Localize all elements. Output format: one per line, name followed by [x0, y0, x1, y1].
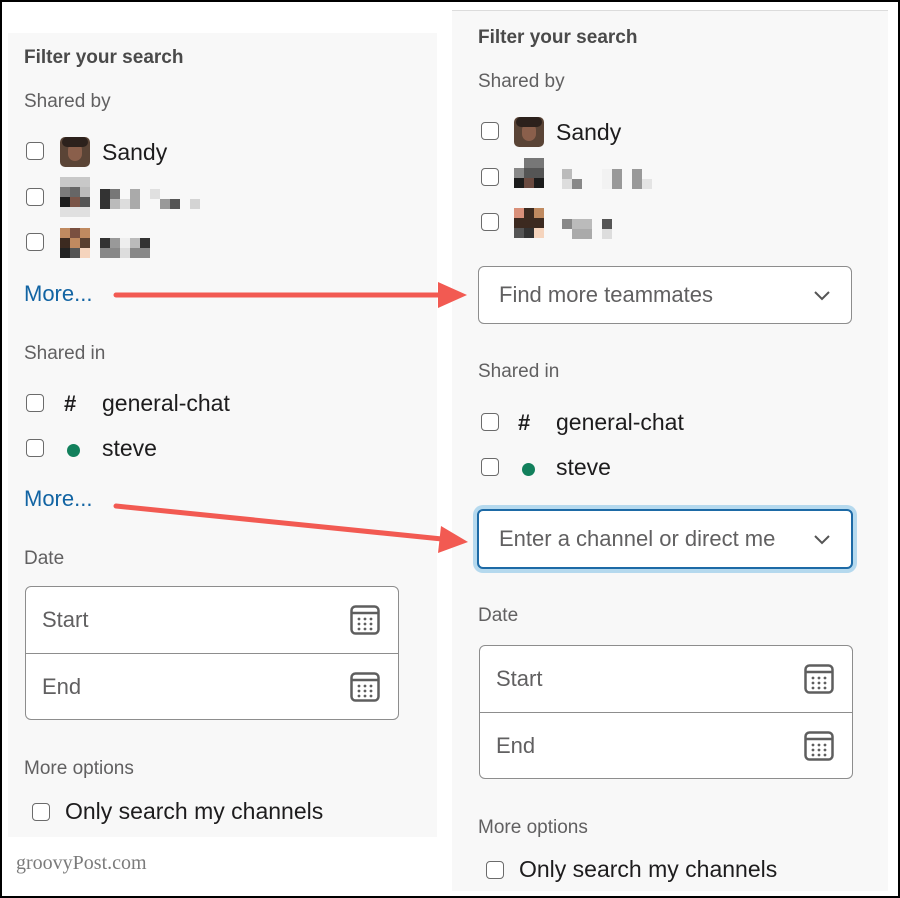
date-end-placeholder: End — [42, 674, 82, 699]
person-name-redacted — [100, 189, 210, 211]
date-end-placeholder: End — [496, 733, 536, 758]
shared-by-heading: Shared by — [24, 91, 111, 112]
presence-dot-icon — [67, 444, 80, 457]
date-range-picker: Start End — [25, 586, 399, 720]
date-end-field[interactable]: End — [26, 653, 398, 720]
more-people-link[interactable]: More... — [24, 281, 92, 307]
watermark: groovyPost.com — [16, 852, 147, 874]
person-checkbox[interactable] — [481, 213, 499, 231]
hash-icon: # — [64, 391, 77, 416]
person-checkbox[interactable] — [481, 122, 499, 140]
find-teammates-placeholder: Find more teammates — [499, 282, 713, 307]
only-my-channels-checkbox[interactable] — [486, 861, 504, 879]
channel-name: steve — [102, 435, 157, 461]
avatar-sandy — [60, 137, 90, 167]
hash-icon: # — [518, 410, 531, 435]
channel-name: steve — [556, 454, 611, 480]
channel-checkbox[interactable] — [481, 413, 499, 431]
shared-in-heading: Shared in — [478, 361, 560, 382]
date-start-placeholder: Start — [496, 666, 543, 691]
person-checkbox[interactable] — [26, 188, 44, 206]
only-my-channels-checkbox[interactable] — [32, 803, 50, 821]
channel-or-dm-select[interactable]: Enter a channel or direct me — [477, 509, 853, 569]
shared-in-heading: Shared in — [24, 343, 106, 364]
avatar-redacted — [514, 158, 544, 188]
person-checkbox[interactable] — [26, 233, 44, 251]
filter-panel-collapsed: Filter your search Shared by Sandy More.… — [8, 33, 437, 837]
presence-dot-icon — [522, 463, 535, 476]
channel-name: general-chat — [102, 390, 230, 416]
avatar-redacted — [60, 228, 90, 258]
only-my-channels-label: Only search my channels — [519, 856, 778, 882]
chevron-down-icon[interactable] — [813, 533, 831, 545]
person-checkbox[interactable] — [26, 142, 44, 160]
more-options-heading: More options — [24, 758, 134, 779]
person-name-redacted — [100, 238, 152, 258]
more-channels-link[interactable]: More... — [24, 486, 92, 512]
filter-panel-expanded: Filter your search Shared by Sandy Find … — [452, 10, 888, 891]
date-range-picker: Start End — [479, 645, 853, 779]
channel-name: general-chat — [556, 409, 684, 435]
date-start-field[interactable]: Start — [480, 646, 852, 712]
find-teammates-select[interactable]: Find more teammates — [478, 266, 852, 324]
channel-checkbox[interactable] — [26, 394, 44, 412]
avatar-redacted — [514, 208, 544, 238]
channel-checkbox[interactable] — [26, 439, 44, 457]
calendar-icon[interactable] — [804, 664, 834, 694]
person-name-redacted — [562, 219, 612, 239]
channel-checkbox[interactable] — [481, 458, 499, 476]
date-heading: Date — [24, 548, 65, 569]
shared-by-heading: Shared by — [478, 71, 565, 92]
date-end-field[interactable]: End — [480, 712, 852, 779]
avatar-redacted — [60, 177, 90, 217]
calendar-icon[interactable] — [350, 672, 380, 702]
panel-title: Filter your search — [478, 27, 638, 48]
calendar-icon[interactable] — [804, 731, 834, 761]
only-my-channels-label: Only search my channels — [65, 798, 324, 824]
person-name: Sandy — [556, 119, 622, 145]
channel-select-placeholder: Enter a channel or direct me — [499, 526, 776, 551]
avatar-sandy — [514, 117, 544, 147]
date-start-placeholder: Start — [42, 607, 89, 632]
panel-title: Filter your search — [24, 47, 184, 68]
date-start-field[interactable]: Start — [26, 587, 398, 653]
calendar-icon[interactable] — [350, 605, 380, 635]
date-heading: Date — [478, 605, 519, 626]
chevron-down-icon[interactable] — [813, 289, 831, 301]
person-checkbox[interactable] — [481, 168, 499, 186]
more-options-heading: More options — [478, 817, 588, 838]
person-name: Sandy — [102, 139, 168, 165]
person-name-redacted — [562, 169, 657, 189]
